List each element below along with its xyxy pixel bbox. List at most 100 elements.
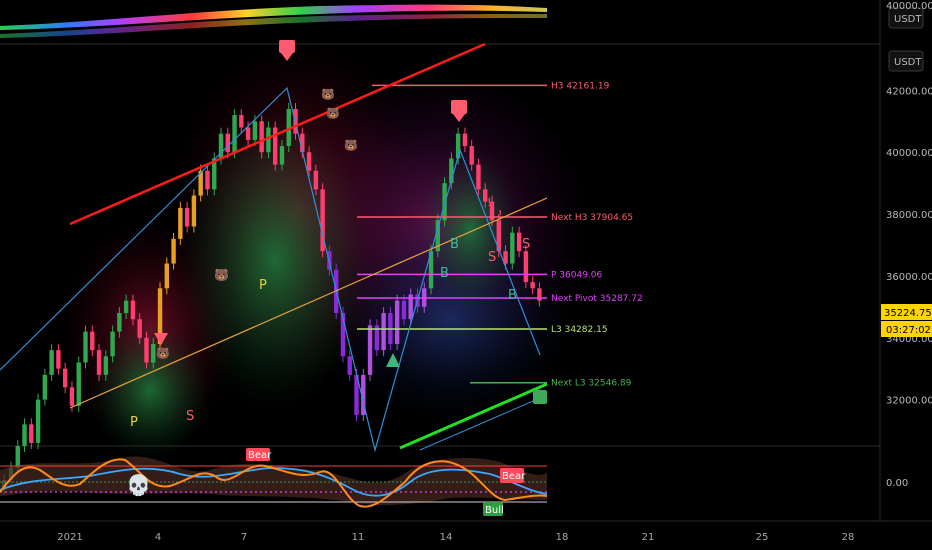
candle bbox=[56, 350, 61, 369]
x-tick-label: 2021 bbox=[57, 532, 82, 543]
candle bbox=[178, 207, 183, 239]
candle bbox=[69, 387, 75, 406]
candle bbox=[381, 313, 386, 351]
signal-s: S bbox=[522, 237, 530, 252]
hh-flag-icon bbox=[279, 40, 295, 53]
candle bbox=[110, 331, 115, 357]
trading-chart[interactable]: H3 42161.19 Next H3 37904.65 P 36049.06 Nex… bbox=[0, 0, 932, 550]
pivot-level-label: H3 42161.19 bbox=[551, 81, 610, 91]
candle bbox=[239, 115, 244, 128]
candle bbox=[442, 183, 447, 221]
x-tick-label: 14 bbox=[440, 532, 453, 543]
oscillator-pane: 💀 Bear Bear Bull bbox=[0, 448, 548, 516]
pivot-level-label: Next H3 37904.65 bbox=[551, 213, 633, 223]
candle bbox=[313, 170, 319, 190]
candle bbox=[516, 232, 522, 252]
candle bbox=[469, 146, 474, 165]
bear-badge-label: Bear bbox=[248, 450, 272, 461]
x-tick-label: 25 bbox=[756, 532, 769, 543]
candle bbox=[22, 424, 27, 446]
candle bbox=[15, 446, 20, 468]
green-box-icon bbox=[533, 390, 547, 404]
pivot-level-label: L3 34282.15 bbox=[551, 325, 608, 335]
candle bbox=[144, 337, 149, 363]
lh-flag-icon bbox=[451, 100, 467, 114]
green-cloud-left bbox=[90, 320, 210, 460]
osc-tick: 0.00 bbox=[886, 478, 908, 489]
candle bbox=[29, 424, 34, 443]
bear-badge-label: Bear bbox=[502, 471, 526, 482]
candle bbox=[347, 356, 352, 375]
top-pane bbox=[0, 4, 547, 38]
candle bbox=[523, 251, 529, 283]
candle bbox=[96, 350, 102, 375]
candle bbox=[462, 133, 468, 147]
unit-label-main: USDT bbox=[894, 57, 922, 68]
bear-head-icon: 🐻 bbox=[156, 346, 170, 360]
candle bbox=[191, 195, 197, 227]
candle bbox=[76, 362, 81, 406]
y-ticks: 42000.0040000.0038000.0036000.0034000.00… bbox=[886, 86, 932, 406]
candle bbox=[151, 343, 156, 363]
candle bbox=[232, 115, 237, 153]
candle bbox=[252, 121, 258, 140]
y-tick-label: 32000.00 bbox=[886, 396, 932, 407]
unit-label-top: USDT bbox=[894, 14, 922, 25]
x-tick-label: 11 bbox=[352, 532, 365, 543]
signal-s: S bbox=[488, 250, 496, 265]
candle bbox=[530, 282, 535, 289]
candle bbox=[184, 207, 190, 227]
signal-warning: ! bbox=[498, 208, 502, 221]
candle bbox=[117, 313, 122, 332]
x-tick-label: 4 bbox=[155, 532, 161, 543]
candle bbox=[103, 356, 109, 375]
x-tick-label: 18 bbox=[556, 532, 569, 543]
x-tick-label: 7 bbox=[241, 532, 247, 543]
pivot-level-label: P 36049.06 bbox=[551, 270, 603, 280]
candle bbox=[42, 374, 48, 400]
candle bbox=[90, 331, 95, 351]
pivot-level-label: Next Pivot 35287.72 bbox=[551, 294, 643, 304]
candle bbox=[225, 133, 230, 153]
candle bbox=[137, 319, 142, 338]
candle bbox=[510, 232, 515, 264]
candle bbox=[401, 300, 407, 320]
x-tick-label: 21 bbox=[642, 532, 655, 543]
candle bbox=[83, 331, 88, 363]
signal-s: S bbox=[186, 409, 194, 424]
candle bbox=[49, 350, 54, 375]
candle bbox=[476, 164, 481, 190]
skull-icon: 💀 bbox=[126, 473, 151, 497]
candle bbox=[245, 127, 251, 140]
candle bbox=[367, 325, 373, 375]
y-tick-label: 36000.00 bbox=[886, 272, 932, 283]
candle bbox=[259, 121, 264, 153]
candle bbox=[123, 300, 129, 314]
signal-b: B bbox=[440, 266, 449, 281]
candle bbox=[537, 288, 542, 301]
top-pane-tick: 40000.00 bbox=[886, 1, 932, 12]
last-price-label: 35224.75 bbox=[884, 308, 932, 319]
pivot-level-label: Next L3 32546.89 bbox=[551, 379, 632, 389]
signal-b: B bbox=[450, 237, 459, 252]
bull-badge-label: Bull bbox=[485, 505, 504, 516]
candle bbox=[394, 300, 400, 344]
signal-p: P bbox=[259, 278, 267, 293]
candle bbox=[62, 368, 68, 388]
y-tick-label: 40000.00 bbox=[886, 148, 932, 159]
y-tick-label: 38000.00 bbox=[886, 210, 932, 221]
bear-head-icon: 🐻 bbox=[344, 138, 358, 152]
price-axis[interactable]: USDT 40000.00 USDT 42000.00 40000.00 38000… bbox=[881, 1, 932, 489]
signal-warning: ! bbox=[487, 196, 491, 209]
bear-head-icon: 🐻 bbox=[321, 87, 335, 101]
y-tick-label: 42000.00 bbox=[886, 86, 932, 97]
x-tick-label: 28 bbox=[842, 532, 855, 543]
time-axis[interactable]: 2021 4 7 11 14 18 21 25 28 bbox=[57, 532, 854, 543]
candle bbox=[164, 263, 170, 289]
bear-head-icon: 🐻 bbox=[214, 267, 229, 282]
candle bbox=[306, 152, 312, 171]
bear-head-icon: 🐻 bbox=[326, 106, 340, 120]
candle bbox=[35, 399, 41, 443]
signal-p: P bbox=[130, 415, 138, 430]
candle bbox=[130, 300, 136, 320]
